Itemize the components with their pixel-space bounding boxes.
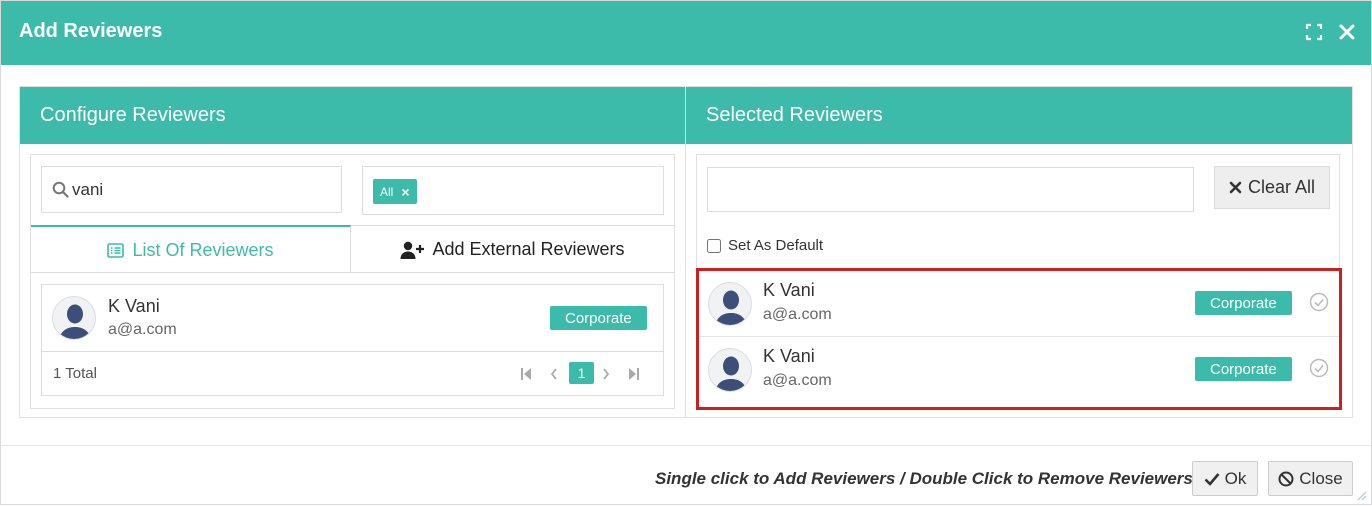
set-as-default-label: Set As Default: [728, 237, 824, 254]
filter-tag-label: All: [380, 184, 394, 199]
set-as-default-checkbox[interactable]: [707, 238, 721, 253]
avatar: [708, 282, 752, 326]
clear-all-label: Clear All: [1247, 177, 1316, 197]
check-icon: [1204, 472, 1220, 486]
pagination: 1 Total 1: [42, 352, 663, 395]
modal-footer: Single click to Add Reviewers / Double C…: [1, 445, 1371, 506]
set-as-default-row[interactable]: Set As Default: [707, 237, 823, 254]
filter-tag: All ×: [373, 179, 417, 204]
last-page-icon[interactable]: [626, 365, 642, 383]
list-item[interactable]: K Vani a@a.com Corporate: [699, 337, 1339, 403]
reviewer-name: K Vani: [763, 346, 815, 366]
modal-title: Add Reviewers: [19, 20, 163, 42]
usage-hint: Single click to Add Reviewers / Double C…: [655, 469, 1193, 488]
close-label: Close: [1299, 468, 1343, 488]
remove-tag-icon[interactable]: ×: [401, 184, 409, 200]
ok-button[interactable]: Ok: [1192, 461, 1258, 496]
ban-icon: [1278, 471, 1294, 486]
reviewer-name: K Vani: [108, 296, 160, 316]
search-icon: [52, 181, 69, 198]
status-badge: Corporate: [550, 306, 647, 330]
reviewer-name: K Vani: [763, 280, 815, 300]
reviewer-search-input[interactable]: [72, 177, 332, 203]
tab-list-of-reviewers[interactable]: List Of Reviewers: [31, 225, 351, 273]
selected-reviewers-input[interactable]: [707, 167, 1194, 212]
list-item[interactable]: K Vani a@a.com Corporate: [699, 271, 1339, 337]
configure-reviewers-panel: Configure Reviewers All ×: [20, 87, 686, 417]
tab-add-external-reviewers-label: Add External Reviewers: [432, 239, 625, 259]
reviewer-tabs: List Of Reviewers Add External Reviewers: [31, 225, 674, 273]
reviewer-email: a@a.com: [763, 372, 832, 389]
list-item[interactable]: K Vani a@a.com Corporate: [42, 285, 663, 352]
check-circle-icon[interactable]: [1309, 292, 1329, 312]
status-badge: Corporate: [1195, 291, 1292, 315]
selected-reviewers-title: Selected Reviewers: [686, 87, 1352, 144]
filter-tag-box[interactable]: All ×: [362, 166, 664, 215]
tab-list-of-reviewers-label: List Of Reviewers: [132, 239, 274, 260]
reviewer-email: a@a.com: [108, 321, 177, 338]
tab-add-external-reviewers[interactable]: Add External Reviewers: [351, 225, 674, 273]
add-reviewers-modal: Add Reviewers Configure Reviewers vani A…: [0, 0, 1372, 505]
avatar: [52, 296, 96, 340]
reviewer-results-list: K Vani a@a.com Corporate 1 Total 1: [41, 284, 664, 396]
selected-reviewers-panel: Selected Reviewers Clear All Set As Defa…: [686, 87, 1352, 417]
list-icon: [107, 242, 125, 258]
user-silhouette-icon: [59, 304, 91, 339]
user-silhouette-icon: [715, 356, 747, 391]
clear-all-button[interactable]: Clear All: [1214, 166, 1330, 209]
configure-reviewers-title: Configure Reviewers: [20, 87, 685, 144]
close-icon[interactable]: [1338, 23, 1356, 41]
total-count: 1 Total: [53, 365, 97, 382]
prev-page-icon[interactable]: [546, 365, 562, 383]
times-icon: [1229, 181, 1242, 194]
user-silhouette-icon: [715, 290, 747, 325]
reviewer-search-box: [41, 166, 342, 213]
selected-reviewers-content: Clear All Set As Default K Vani a@a.com …: [696, 154, 1342, 410]
page-number[interactable]: 1: [569, 362, 594, 384]
next-page-icon[interactable]: [598, 365, 614, 383]
reviewers-body: Configure Reviewers All ×: [19, 86, 1353, 418]
avatar: [708, 348, 752, 392]
ok-label: Ok: [1224, 468, 1247, 488]
first-page-icon[interactable]: [518, 365, 534, 383]
status-badge: Corporate: [1195, 357, 1292, 381]
expand-icon[interactable]: [1305, 23, 1323, 41]
resize-handle-icon[interactable]: [1357, 491, 1367, 501]
selected-reviewers-list: K Vani a@a.com Corporate K Vani a@a.com …: [696, 268, 1342, 410]
configure-reviewers-content: All × List Of Reviewers: [30, 154, 675, 409]
reviewer-email: a@a.com: [763, 306, 832, 323]
modal-header: Add Reviewers: [1, 1, 1371, 65]
close-button[interactable]: Close: [1268, 461, 1353, 496]
check-circle-icon[interactable]: [1309, 358, 1329, 378]
user-plus-icon: [400, 241, 425, 259]
